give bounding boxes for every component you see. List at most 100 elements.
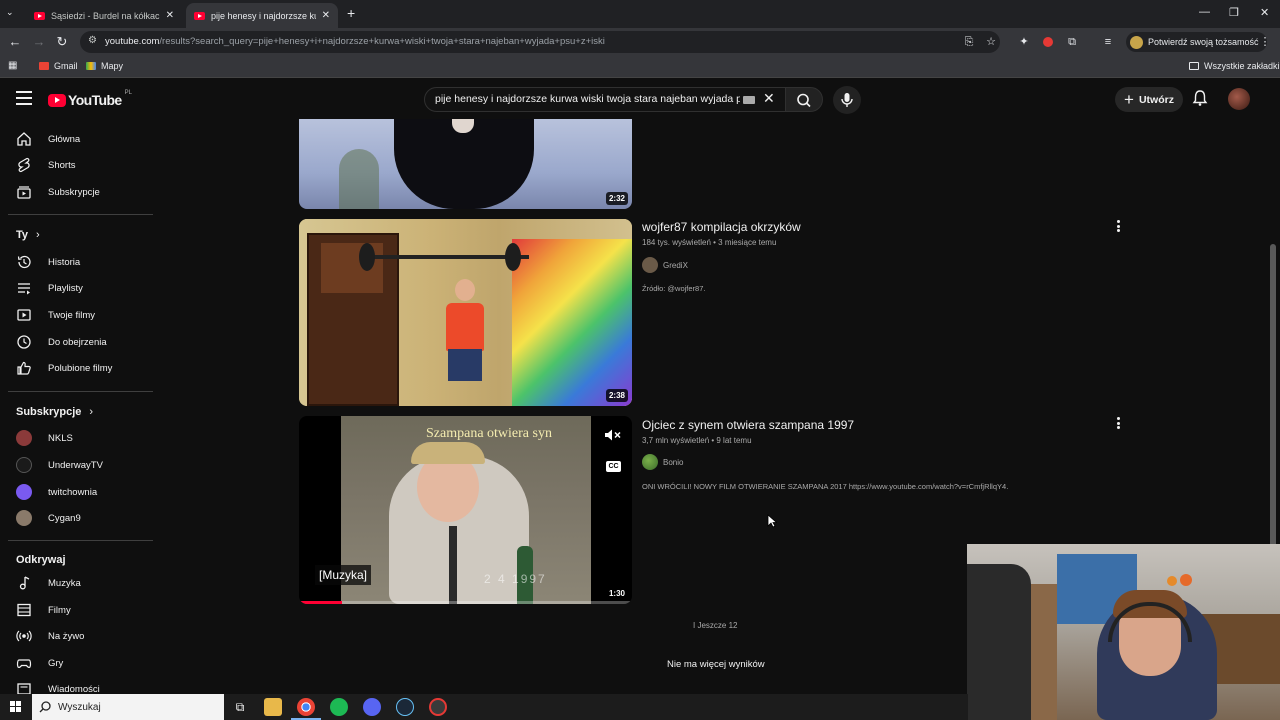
search-icon: [39, 701, 51, 713]
sidebar-item-music[interactable]: Muzyka: [8, 570, 152, 596]
window-close-icon[interactable]: ✕: [1260, 6, 1269, 19]
sidebar: Główna Shorts Subskrypcje Ty › Historia …: [0, 119, 170, 694]
sidebar-item-your-videos[interactable]: Twoje filmy: [8, 302, 152, 328]
tab-search-chevron-icon[interactable]: ⌄: [6, 7, 14, 18]
video-meta: 3,7 mln wyświetleń • 9 lat temu: [642, 436, 752, 445]
no-more-results-text: Nie ma więcej wyników: [667, 659, 765, 670]
search-button[interactable]: [785, 87, 823, 112]
notifications-bell-icon[interactable]: [1191, 89, 1209, 112]
sidebar-channel-underwaytv[interactable]: UnderwayTV: [8, 452, 152, 478]
user-avatar[interactable]: [1228, 88, 1250, 110]
sidebar-item-subscriptions[interactable]: Subskrypcje: [8, 179, 152, 205]
create-button[interactable]: + Utwórz: [1115, 87, 1183, 112]
reload-icon[interactable]: ↻: [54, 34, 70, 50]
profile-button[interactable]: Potwierdź swoją tożsamość: [1126, 32, 1267, 52]
sidebar-section-title: Odkrywaj: [16, 554, 66, 566]
search-icon: [797, 93, 811, 108]
tab-close-icon[interactable]: ✕: [166, 10, 174, 21]
sidebar-channel-nkls[interactable]: NKLS: [8, 425, 152, 451]
obs-icon[interactable]: [429, 698, 447, 716]
all-bookmarks[interactable]: Wszystkie zakładki: [1189, 61, 1280, 71]
search-input[interactable]: pije henesy i najdorzsze kurwa wiski two…: [424, 87, 786, 112]
video-duration: 2:32: [605, 192, 628, 205]
sidebar-channel-cygan9[interactable]: Cygan9: [8, 505, 152, 531]
video-meta: 184 tys. wyświetleń • 3 miesiące temu: [642, 238, 777, 247]
sidebar-item-live[interactable]: Na żywo: [8, 623, 152, 649]
forward-icon[interactable]: →: [31, 34, 47, 50]
more-actions-icon[interactable]: [1113, 416, 1123, 430]
steam-icon[interactable]: [396, 698, 414, 716]
more-actions-icon[interactable]: [1113, 219, 1123, 233]
site-info-icon[interactable]: ⚙: [88, 35, 97, 46]
apps-grid-icon[interactable]: ▦: [8, 60, 17, 71]
sidebar-item-label: Historia: [48, 256, 81, 268]
browser-menu-icon[interactable]: ⋮: [1258, 35, 1272, 49]
video-title[interactable]: wojfer87 kompilacja okrzyków: [642, 220, 801, 234]
url-text: youtube.com/results?search_query=pije+he…: [105, 36, 605, 47]
windows-start-icon[interactable]: [10, 701, 22, 713]
keyboard-icon[interactable]: [743, 96, 755, 104]
browser-tab-active[interactable]: pije henesy i najdorzsze kurwa ✕: [186, 3, 338, 28]
back-icon[interactable]: ←: [7, 34, 23, 50]
sidebar-item-history[interactable]: Historia: [8, 249, 152, 275]
video-channel[interactable]: Bonio: [642, 454, 683, 470]
extensions-puzzle-icon[interactable]: ⧉: [1065, 35, 1079, 49]
hamburger-menu-icon[interactable]: [16, 91, 32, 105]
sidebar-item-gaming[interactable]: Gry: [8, 650, 152, 676]
sidebar-item-label: Subskrypcje: [48, 186, 100, 198]
video-preview[interactable]: Szampana otwiera syn 2 4 1997 [Muzyka] C…: [299, 416, 632, 604]
sidebar-item-home[interactable]: Główna: [8, 126, 152, 152]
preview-progress-track[interactable]: [299, 601, 632, 604]
extension-red-icon[interactable]: [1041, 35, 1055, 49]
maximize-icon[interactable]: ❐: [1229, 6, 1239, 19]
chrome-icon[interactable]: [297, 698, 315, 716]
youtube-play-icon: [48, 93, 66, 107]
sidebar-item-playlists[interactable]: Playlisty: [8, 275, 152, 301]
sidebar-item-label: Na żywo: [48, 630, 85, 642]
preview-hair: [411, 442, 485, 464]
preview-date-stamp: 2 4 1997: [484, 572, 547, 586]
reading-list-icon[interactable]: ≡: [1101, 35, 1115, 49]
bookmark-maps[interactable]: Mapy: [86, 61, 123, 71]
install-app-icon[interactable]: ⎘: [962, 35, 976, 49]
captions-icon[interactable]: CC: [606, 461, 621, 472]
clear-search-icon[interactable]: ✕: [763, 90, 775, 107]
sidebar-item-label: Muzyka: [48, 577, 81, 589]
new-tab-icon[interactable]: +: [347, 5, 355, 21]
browser-tab[interactable]: Sąsiedzi - Burdel na kółkach [P ✕: [26, 3, 182, 28]
task-view-icon[interactable]: ⧉: [231, 698, 249, 716]
file-explorer-icon[interactable]: [264, 698, 282, 716]
sidebar-item-label: Filmy: [48, 604, 71, 616]
sidebar-item-news[interactable]: Wiadomości: [8, 676, 152, 694]
sidebar-section-title: Ty: [16, 229, 29, 241]
sidebar-item-movies[interactable]: Filmy: [8, 597, 152, 623]
mute-icon[interactable]: [604, 428, 622, 442]
mouse-cursor-icon: [767, 514, 777, 528]
minimize-icon[interactable]: —: [1199, 6, 1210, 18]
url-path: /results?search_query=pije+henesy+i+najd…: [159, 36, 605, 47]
address-bar[interactable]: ⚙ youtube.com/results?search_query=pije+…: [80, 31, 1000, 53]
extension-icon[interactable]: ✦: [1017, 35, 1031, 49]
spotify-icon[interactable]: [330, 698, 348, 716]
video-thumbnail[interactable]: 2:38: [299, 219, 632, 406]
voice-search-button[interactable]: [833, 86, 861, 114]
taskbar-search[interactable]: Wyszukaj: [32, 694, 224, 720]
webcam-overlay: [967, 544, 1280, 720]
tab-close-icon[interactable]: ✕: [322, 10, 330, 21]
sidebar-channel-twitchownia[interactable]: twitchownia: [8, 479, 152, 505]
discord-icon[interactable]: [363, 698, 381, 716]
youtube-masthead: YouTube PL pije henesy i najdorzsze kurw…: [0, 79, 1280, 119]
sidebar-you-header[interactable]: Ty ›: [16, 229, 40, 241]
gmail-icon: [39, 62, 49, 70]
video-title[interactable]: Ojciec z synem otwiera szampana 1997: [642, 418, 854, 432]
sidebar-item-shorts[interactable]: Shorts: [8, 152, 152, 178]
channel-avatar: [642, 257, 658, 273]
bookmark-star-icon[interactable]: ☆: [984, 35, 998, 49]
video-thumbnail[interactable]: 2:32: [299, 119, 632, 209]
sidebar-item-liked[interactable]: Polubione filmy: [8, 355, 152, 381]
youtube-logo[interactable]: YouTube PL: [48, 90, 132, 108]
sidebar-subscriptions-header[interactable]: Subskrypcje ›: [16, 406, 93, 418]
sidebar-item-watch-later[interactable]: Do obejrzenia: [8, 329, 152, 355]
bookmark-gmail[interactable]: Gmail: [39, 61, 78, 71]
video-channel[interactable]: GrediX: [642, 257, 688, 273]
